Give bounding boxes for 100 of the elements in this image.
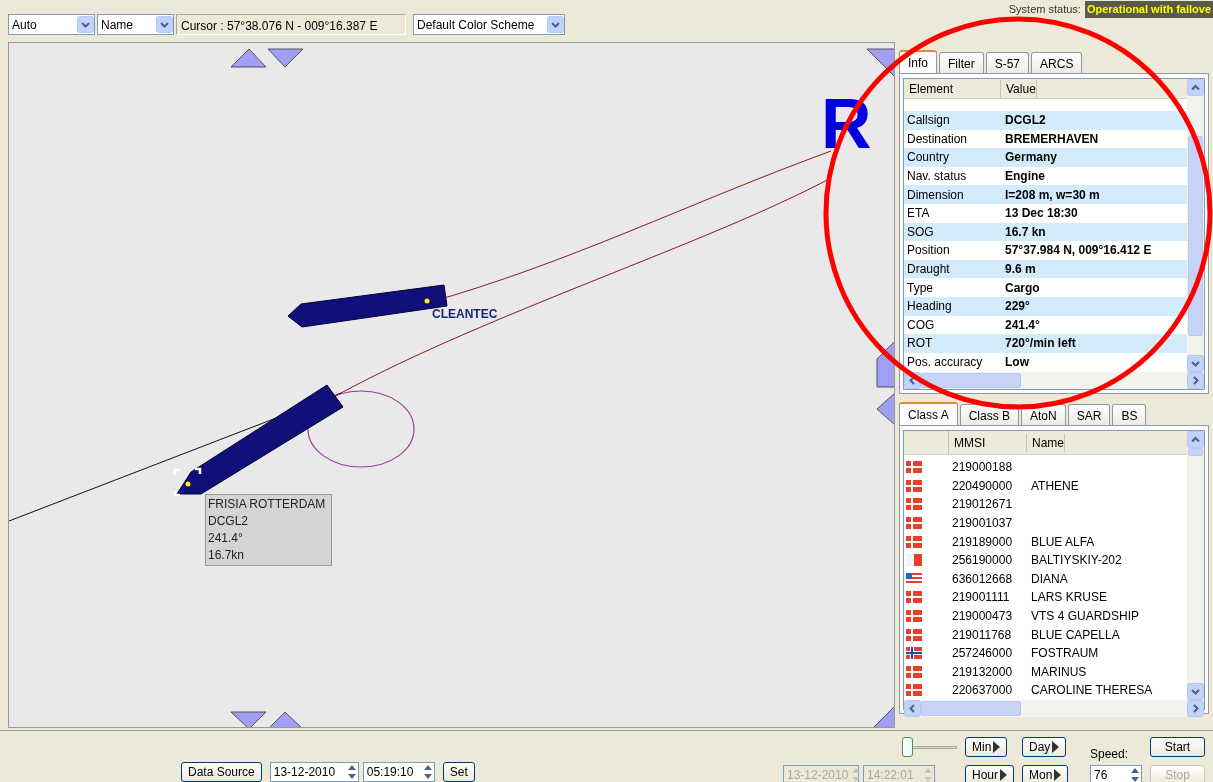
table-cell-text: BREMERHAVEN	[1004, 130, 1099, 148]
info-tab[interactable]: ARCS	[1031, 52, 1083, 73]
table-cell-text: 257246000	[951, 645, 1014, 663]
step-button[interactable]: Min	[965, 737, 1008, 757]
table-cell-text: Germany	[1004, 149, 1058, 167]
play-icon	[993, 741, 1001, 753]
table-cell-text: 219000188	[951, 459, 1014, 477]
start-button[interactable]: Start	[1150, 737, 1205, 757]
scroll-right-icon[interactable]	[1187, 699, 1204, 717]
pan-corner-icon[interactable]	[872, 705, 894, 727]
status-value: Operational with failove	[1084, 1, 1213, 18]
table-cell-text: 13 Dec 18:30	[1004, 205, 1078, 223]
column-header[interactable]: Value	[1001, 79, 1037, 98]
mode-dropdown[interactable]: Auto	[8, 14, 95, 35]
table-cell-text: 16.7 kn	[1004, 223, 1046, 241]
set-button[interactable]: Set	[442, 762, 475, 782]
flag-icon	[906, 517, 922, 530]
table-cell-text: Pos. accuracy	[906, 354, 984, 371]
table-cell-text: 57°37.984 N, 009°16.412 E	[1004, 242, 1152, 260]
date-spinner[interactable]: 13-12-2010	[269, 762, 359, 782]
scroll-down-icon[interactable]	[1187, 682, 1204, 700]
table-cell-text: COG	[906, 316, 936, 334]
table-cell-text: 219011768	[951, 626, 1013, 644]
pan-right-icon[interactable]	[876, 340, 894, 388]
info-tab[interactable]: S-57	[985, 52, 1030, 73]
step-button[interactable]: Hour	[965, 765, 1014, 782]
spinner-arrows-icon[interactable]	[345, 763, 358, 781]
selected-vessel-symbol[interactable]	[173, 384, 344, 497]
table-cell-text: 241.4°	[1004, 316, 1040, 334]
scroll-left-icon[interactable]	[904, 699, 921, 717]
spinner-arrows-icon[interactable]	[1129, 766, 1141, 782]
table-cell-text: BLUE ALFA	[1030, 533, 1095, 551]
flag-icon	[906, 610, 922, 623]
time-spinner[interactable]: 05:19:10	[362, 762, 435, 782]
table-cell-text: MARINUS	[1030, 663, 1087, 681]
table-cell-text: VTS 4 GUARDSHIP	[1030, 608, 1140, 626]
step-button[interactable]: Day	[1022, 737, 1067, 757]
scroll-up-icon[interactable]	[1187, 431, 1204, 448]
horizontal-scrollbar[interactable]	[904, 699, 1204, 717]
table-cell-text: ROT	[906, 335, 934, 353]
play-icon	[1054, 769, 1062, 781]
pan-down-icon[interactable]	[230, 711, 267, 727]
table-cell-text: DIANA	[1030, 570, 1068, 588]
flag-icon	[906, 535, 922, 548]
table-cell-text: 220490000	[951, 477, 1014, 495]
list-tab[interactable]: Class A	[899, 402, 958, 425]
horizontal-scrollbar[interactable]	[904, 372, 1204, 389]
table-cell-text: Low	[1004, 354, 1029, 371]
vertical-scrollbar[interactable]	[1187, 431, 1204, 700]
scroll-thumb[interactable]	[921, 373, 1021, 388]
flag-icon	[906, 572, 922, 585]
flag-icon	[906, 479, 922, 492]
pan-down-icon[interactable]	[267, 48, 304, 68]
flag-icon	[906, 591, 922, 604]
scroll-thumb[interactable]	[921, 700, 1021, 716]
scroll-right-icon[interactable]	[1187, 372, 1204, 389]
vertical-scrollbar[interactable]	[1187, 79, 1204, 372]
pan-corner-icon[interactable]	[866, 48, 894, 78]
column-header[interactable]: MMSI	[949, 433, 1027, 452]
table-cell-text: 220637000	[951, 682, 1014, 700]
vessel-label: CLEANTEC	[432, 306, 498, 323]
table-cell-text: LARS KRUSE	[1030, 589, 1108, 607]
scroll-up-icon[interactable]	[1187, 79, 1204, 96]
scroll-down-icon[interactable]	[1187, 355, 1204, 372]
info-tab[interactable]: Filter	[939, 52, 984, 73]
table-cell-text: 219189000	[951, 533, 1014, 551]
table-cell-text: BLUE CAPELLA	[1030, 626, 1120, 644]
pan-up-icon[interactable]	[267, 711, 304, 727]
table-cell-text: Position	[906, 242, 951, 260]
table-cell-text: Type	[906, 279, 934, 297]
flag-icon	[906, 554, 922, 567]
time-slider[interactable]	[902, 737, 957, 757]
status-label: System status:	[1008, 2, 1081, 17]
pan-up-icon[interactable]	[230, 48, 267, 68]
scroll-thumb[interactable]	[1188, 448, 1203, 456]
data-source-button[interactable]: Data Source	[181, 762, 262, 782]
table-cell-text: Destination	[906, 130, 969, 148]
table-cell-text: 219001037	[951, 515, 1014, 533]
list-tab[interactable]: BS	[1112, 404, 1147, 425]
column-header[interactable]: Name	[1027, 433, 1065, 452]
table-cell-text: 256190000	[951, 552, 1014, 570]
flag-icon	[906, 665, 922, 678]
slider-thumb[interactable]	[902, 737, 913, 757]
flag-icon	[906, 498, 922, 511]
speed-spinner[interactable]: 76	[1090, 765, 1142, 782]
table-cell-text: DCGL2	[1004, 112, 1046, 130]
tooltip-line: 241.4°	[208, 530, 244, 547]
list-tab[interactable]: SAR	[1067, 404, 1111, 425]
label-dropdown[interactable]: Name	[97, 14, 174, 35]
pan-left-icon[interactable]	[876, 392, 894, 426]
table-cell-text: 219001111	[951, 589, 1011, 607]
flag-icon	[906, 684, 922, 697]
column-header[interactable]: Element	[904, 79, 1001, 98]
spinner-arrows-icon[interactable]	[421, 763, 434, 781]
table-cell-text: 219132000	[951, 663, 1014, 681]
table-cell-text: BALTIYSKIY-202	[1030, 552, 1122, 570]
step-button[interactable]: Mon	[1022, 765, 1069, 782]
table-cell-text: 219000473	[951, 608, 1014, 626]
color-scheme-dropdown[interactable]: Default Color Scheme	[413, 14, 565, 35]
table-cell-text: 229°	[1004, 298, 1030, 316]
